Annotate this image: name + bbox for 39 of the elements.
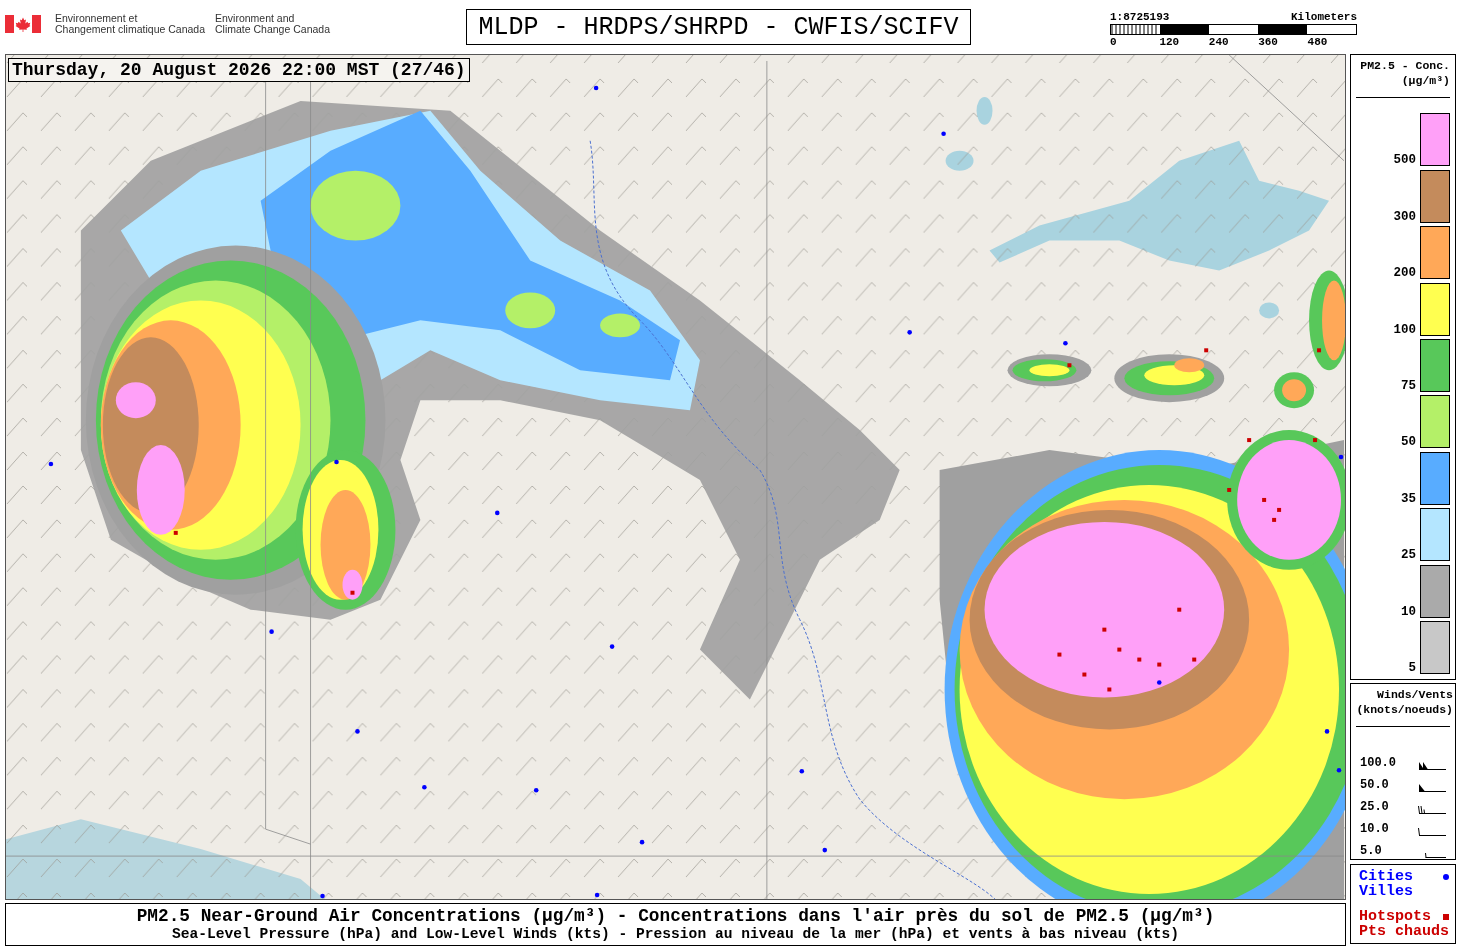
symbol-label: Pts chauds xyxy=(1359,924,1449,939)
symbol-label: Cities xyxy=(1359,869,1413,884)
legend-value: 25 xyxy=(1401,549,1416,562)
symbol-label: Villes xyxy=(1359,884,1413,899)
wind-speed-label: 25.0 xyxy=(1360,800,1389,814)
legend-value: 5 xyxy=(1408,661,1416,674)
caption-title: PM2.5 Near-Ground Air Concentrations (µg/m³) - Concentrations dans l'air près du sol de PM2.5 (µg/m³) xyxy=(136,906,1215,926)
product-title: MLDP - HRDPS/SHRPD - CWFIS/SCIFV xyxy=(466,9,971,45)
wind-speed-label: 10.0 xyxy=(1360,822,1389,836)
wind-barb-icon xyxy=(1418,803,1446,814)
scale-ratio: 1:8725193 xyxy=(1110,11,1170,24)
scale-tick-label: 120 xyxy=(1159,36,1180,48)
wind-legend-unit: (knots/noeuds) xyxy=(1356,702,1453,717)
scale-tick-label: 360 xyxy=(1258,36,1278,48)
wind-speed-label: 100.0 xyxy=(1360,756,1396,770)
legend-value: 35 xyxy=(1401,492,1416,505)
department-name-english: Environment and Climate Change Canada xyxy=(215,13,331,35)
department-name-french: Environnement et Changement climatique Canada xyxy=(55,13,206,35)
legend-value: 50 xyxy=(1401,436,1416,449)
legend-value: 300 xyxy=(1393,210,1416,223)
legend-value: 500 xyxy=(1393,154,1416,167)
legend-unit: (µg/m³) xyxy=(1401,73,1450,88)
scale-tick-label: 240 xyxy=(1208,36,1229,48)
symbol-label: Hotspots xyxy=(1359,909,1431,924)
legend-value: 75 xyxy=(1401,379,1416,392)
wind-barb-icon xyxy=(1418,825,1446,836)
flag-icon xyxy=(5,15,41,33)
legend-value: 100 xyxy=(1393,323,1416,336)
wind-legend-title: Winds/Vents xyxy=(1377,687,1453,702)
scale-tick-label: 0 xyxy=(1110,36,1117,48)
legend-value: 10 xyxy=(1401,605,1416,618)
legend-value: 200 xyxy=(1393,267,1416,280)
caption-subtitle: Sea-Level Pressure (hPa) and Low-Level Winds (kts) - Pression au niveau de la mer (hPa) et vents à bas niveau (kts) xyxy=(171,926,1180,943)
wind-speed-label: 5.0 xyxy=(1360,844,1382,858)
legend-title: PM2.5 - Conc. xyxy=(1360,58,1450,73)
scale-unit: Kilometers xyxy=(1291,11,1357,24)
forecast-timestamp: Thursday, 20 August 2026 22:00 MST (27/46) xyxy=(8,58,470,82)
scale-tick-label: 480 xyxy=(1307,36,1328,48)
wind-speed-label: 50.0 xyxy=(1360,778,1389,792)
